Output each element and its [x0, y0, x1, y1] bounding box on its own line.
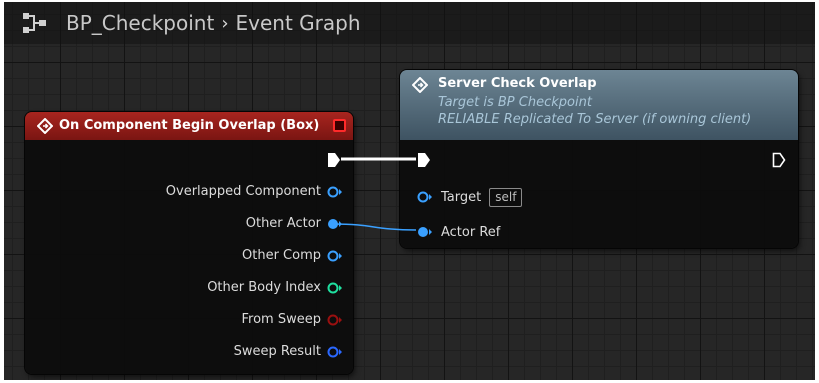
pin-target[interactable]: Target self [417, 186, 523, 208]
function-diamond-icon [412, 77, 428, 93]
object-pin-icon[interactable] [327, 250, 343, 262]
object-pin-icon[interactable] [417, 191, 433, 203]
pin-label: From Sweep [241, 312, 321, 327]
event-graph-icon [23, 13, 46, 33]
breadcrumb-graph[interactable]: Event Graph [236, 11, 361, 35]
graph-title-bar: BP_Checkpoint › Event Graph [4, 2, 815, 44]
object-pin-icon[interactable] [327, 186, 343, 198]
event-node-component-begin-overlap[interactable]: On Component Begin Overlap (Box) Overlap… [25, 112, 353, 374]
breadcrumb-blueprint[interactable]: BP_Checkpoint [66, 11, 214, 35]
pin-sweep-result[interactable]: Sweep Result [25, 344, 343, 359]
pin-label: Actor Ref [441, 224, 501, 240]
target-default-value[interactable]: self [489, 187, 523, 207]
exec-out-pin[interactable] [327, 152, 341, 168]
pin-other-actor[interactable]: Other Actor [25, 216, 343, 231]
breadcrumb-separator: › [221, 12, 229, 34]
pin-label: Other Comp [242, 248, 321, 263]
server-node-header[interactable]: Server Check Overlap Target is BP Checkp… [400, 70, 798, 140]
struct-pin-icon[interactable] [327, 346, 343, 358]
pin-label: Other Body Index [207, 280, 321, 295]
pin-other-comp[interactable]: Other Comp [25, 248, 343, 263]
delegate-pin-icon[interactable] [333, 119, 346, 132]
pin-overlapped-component[interactable]: Overlapped Component [25, 184, 343, 199]
exec-in-pin[interactable] [417, 152, 431, 168]
server-node-target-subtitle: Target is BP Checkpoint [438, 95, 592, 110]
server-node-replication-subtitle: RELIABLE Replicated To Server (if owning… [438, 112, 752, 127]
server-check-overlap-node[interactable]: Server Check Overlap Target is BP Checkp… [400, 70, 798, 248]
event-graph-canvas[interactable]: BP_Checkpoint › Event Graph On Component… [4, 2, 815, 380]
event-node-title: On Component Begin Overlap (Box) [59, 118, 320, 133]
pin-label: Other Actor [245, 216, 321, 231]
event-node-header[interactable]: On Component Begin Overlap (Box) [25, 112, 353, 140]
pin-from-sweep[interactable]: From Sweep [25, 312, 343, 327]
boolean-pin-icon[interactable] [327, 314, 343, 326]
pin-label: Sweep Result [233, 344, 321, 359]
exec-out-pin[interactable] [772, 152, 786, 168]
pin-label: Overlapped Component [165, 184, 321, 199]
event-diamond-icon [37, 118, 53, 134]
pin-actor-ref[interactable]: Actor Ref [417, 222, 500, 242]
integer-pin-icon[interactable] [327, 282, 343, 294]
pin-label: Target [441, 189, 482, 205]
breadcrumb: BP_Checkpoint › Event Graph [66, 11, 361, 35]
object-pin-connected-icon[interactable] [417, 226, 433, 238]
server-node-title: Server Check Overlap [438, 76, 597, 91]
pin-other-body-index[interactable]: Other Body Index [25, 280, 343, 295]
object-pin-connected-icon[interactable] [327, 218, 343, 230]
